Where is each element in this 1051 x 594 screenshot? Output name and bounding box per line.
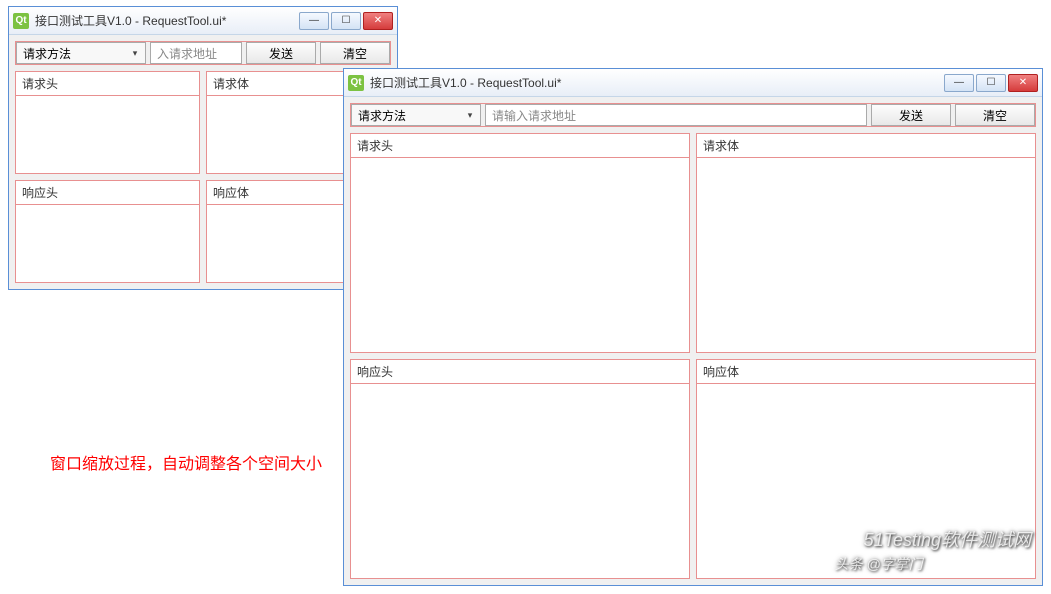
response-body-textarea[interactable] bbox=[697, 384, 1035, 578]
client-area: 请求方法 ▾ 入请求地址 发送 清空 请求头 请求体 响应头 bbox=[9, 35, 397, 289]
clear-button[interactable]: 清空 bbox=[955, 104, 1035, 126]
method-label: 请求方法 bbox=[358, 107, 406, 124]
panel-label: 响应头 bbox=[16, 181, 199, 205]
address-placeholder: 入请求地址 bbox=[157, 45, 217, 62]
panel-label: 请求头 bbox=[351, 134, 689, 158]
send-button[interactable]: 发送 bbox=[246, 42, 316, 64]
request-header-textarea[interactable] bbox=[16, 96, 199, 173]
qt-icon: Qt bbox=[13, 13, 29, 29]
titlebar[interactable]: Qt 接口测试工具V1.0 - RequestTool.ui* — ☐ ✕ bbox=[9, 7, 397, 35]
toolbar: 请求方法 ▾ 请输入请求地址 发送 清空 bbox=[350, 103, 1036, 127]
panel-label: 请求头 bbox=[16, 72, 199, 96]
panel-grid: 请求头 请求体 响应头 响应体 bbox=[15, 71, 391, 283]
method-dropdown[interactable]: 请求方法 ▾ bbox=[351, 104, 481, 126]
chevron-down-icon: ▾ bbox=[127, 48, 143, 59]
request-header-panel: 请求头 bbox=[15, 71, 200, 174]
minimize-button[interactable]: — bbox=[944, 74, 974, 92]
address-placeholder: 请输入请求地址 bbox=[492, 107, 576, 124]
panel-label: 响应头 bbox=[351, 360, 689, 384]
method-label: 请求方法 bbox=[23, 45, 71, 62]
method-dropdown[interactable]: 请求方法 ▾ bbox=[16, 42, 146, 64]
annotation-text: 窗口缩放过程，自动调整各个空间大小 bbox=[50, 450, 322, 474]
response-header-textarea[interactable] bbox=[351, 384, 689, 578]
address-input[interactable]: 请输入请求地址 bbox=[485, 104, 867, 126]
address-input[interactable]: 入请求地址 bbox=[150, 42, 242, 64]
maximize-button[interactable]: ☐ bbox=[331, 12, 361, 30]
response-header-panel: 响应头 bbox=[350, 359, 690, 579]
close-button[interactable]: ✕ bbox=[1008, 74, 1038, 92]
window-controls: — ☐ ✕ bbox=[299, 12, 393, 30]
request-body-textarea[interactable] bbox=[697, 158, 1035, 352]
panel-label: 请求体 bbox=[697, 134, 1035, 158]
titlebar[interactable]: Qt 接口测试工具V1.0 - RequestTool.ui* — ☐ ✕ bbox=[344, 69, 1042, 97]
toolbar: 请求方法 ▾ 入请求地址 发送 清空 bbox=[15, 41, 391, 65]
close-button[interactable]: ✕ bbox=[363, 12, 393, 30]
send-button[interactable]: 发送 bbox=[871, 104, 951, 126]
client-area: 请求方法 ▾ 请输入请求地址 发送 清空 请求头 请求体 响应头 bbox=[344, 97, 1042, 585]
panel-grid: 请求头 请求体 响应头 响应体 bbox=[350, 133, 1036, 579]
chevron-down-icon: ▾ bbox=[462, 110, 478, 121]
response-body-panel: 响应体 bbox=[696, 359, 1036, 579]
window-large: Qt 接口测试工具V1.0 - RequestTool.ui* — ☐ ✕ 请求… bbox=[343, 68, 1043, 586]
clear-button[interactable]: 清空 bbox=[320, 42, 390, 64]
qt-icon: Qt bbox=[348, 75, 364, 91]
window-title: 接口测试工具V1.0 - RequestTool.ui* bbox=[35, 12, 299, 29]
response-header-panel: 响应头 bbox=[15, 180, 200, 283]
request-header-textarea[interactable] bbox=[351, 158, 689, 352]
panel-label: 响应体 bbox=[697, 360, 1035, 384]
window-controls: — ☐ ✕ bbox=[944, 74, 1038, 92]
request-header-panel: 请求头 bbox=[350, 133, 690, 353]
response-header-textarea[interactable] bbox=[16, 205, 199, 282]
window-small: Qt 接口测试工具V1.0 - RequestTool.ui* — ☐ ✕ 请求… bbox=[8, 6, 398, 290]
window-title: 接口测试工具V1.0 - RequestTool.ui* bbox=[370, 74, 944, 91]
request-body-panel: 请求体 bbox=[696, 133, 1036, 353]
minimize-button[interactable]: — bbox=[299, 12, 329, 30]
maximize-button[interactable]: ☐ bbox=[976, 74, 1006, 92]
